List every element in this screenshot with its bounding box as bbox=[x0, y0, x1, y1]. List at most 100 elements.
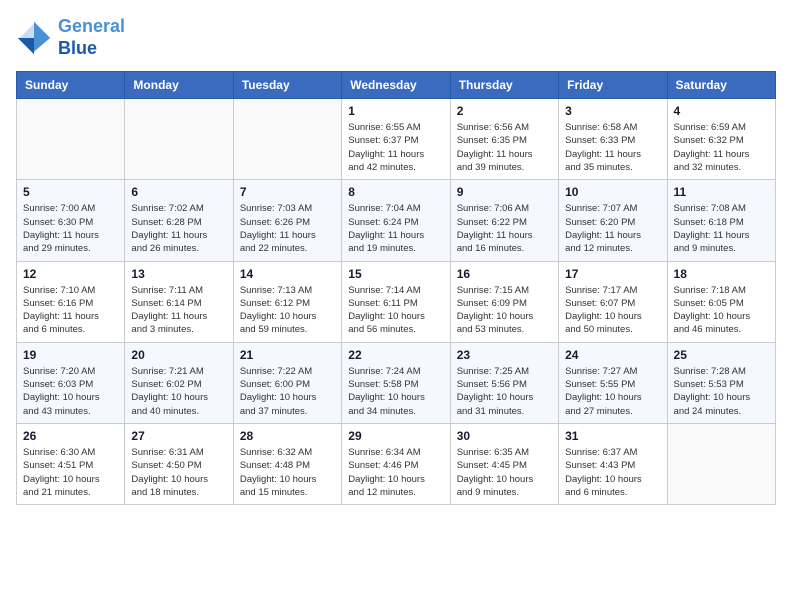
header-thursday: Thursday bbox=[450, 72, 558, 99]
day-number: 2 bbox=[457, 104, 552, 118]
day-info: Sunrise: 6:34 AM Sunset: 4:46 PM Dayligh… bbox=[348, 446, 443, 499]
calendar-cell: 4Sunrise: 6:59 AM Sunset: 6:32 PM Daylig… bbox=[667, 99, 775, 180]
calendar-cell: 24 Sunrise: 7:27 AM Sunset: 5:55 PM Dayli… bbox=[559, 342, 667, 423]
day-number: 28 bbox=[240, 429, 335, 443]
day-number: 30 bbox=[457, 429, 552, 443]
day-number: 6 bbox=[131, 185, 226, 199]
calendar-week-3: 12 Sunrise: 7:10 AM Sunset: 6:16 PM Dayli… bbox=[17, 261, 776, 342]
day-info: Sunrise: 7:00 AM Sunset: 6:30 PM Dayligh… bbox=[23, 202, 118, 255]
calendar-cell: 8 Sunrise: 7:04 AM Sunset: 6:24 PM Daylig… bbox=[342, 180, 450, 261]
day-info: Sunrise: 7:11 AM Sunset: 6:14 PM Dayligh… bbox=[131, 284, 226, 337]
calendar-cell bbox=[667, 423, 775, 504]
header-friday: Friday bbox=[559, 72, 667, 99]
day-info: Sunrise: 7:25 AM Sunset: 5:56 PM Dayligh… bbox=[457, 365, 552, 418]
calendar-cell: 9 Sunrise: 7:06 AM Sunset: 6:22 PM Daylig… bbox=[450, 180, 558, 261]
day-number: 23 bbox=[457, 348, 552, 362]
calendar: SundayMondayTuesdayWednesdayThursdayFrid… bbox=[16, 71, 776, 505]
calendar-cell: 10 Sunrise: 7:07 AM Sunset: 6:20 PM Dayli… bbox=[559, 180, 667, 261]
calendar-cell: 11Sunrise: 7:08 AM Sunset: 6:18 PM Dayli… bbox=[667, 180, 775, 261]
header-wednesday: Wednesday bbox=[342, 72, 450, 99]
day-number: 5 bbox=[23, 185, 118, 199]
day-info: Sunrise: 7:20 AM Sunset: 6:03 PM Dayligh… bbox=[23, 365, 118, 418]
day-number: 3 bbox=[565, 104, 660, 118]
day-info: Sunrise: 6:56 AM Sunset: 6:35 PM Dayligh… bbox=[457, 121, 552, 174]
day-number: 29 bbox=[348, 429, 443, 443]
day-info: Sunrise: 7:27 AM Sunset: 5:55 PM Dayligh… bbox=[565, 365, 660, 418]
day-number: 20 bbox=[131, 348, 226, 362]
day-info: Sunrise: 7:06 AM Sunset: 6:22 PM Dayligh… bbox=[457, 202, 552, 255]
day-info: Sunrise: 7:15 AM Sunset: 6:09 PM Dayligh… bbox=[457, 284, 552, 337]
day-number: 1 bbox=[348, 104, 443, 118]
calendar-cell: 21 Sunrise: 7:22 AM Sunset: 6:00 PM Dayli… bbox=[233, 342, 341, 423]
calendar-week-2: 5 Sunrise: 7:00 AM Sunset: 6:30 PM Daylig… bbox=[17, 180, 776, 261]
day-number: 22 bbox=[348, 348, 443, 362]
header-sunday: Sunday bbox=[17, 72, 125, 99]
day-info: Sunrise: 6:55 AM Sunset: 6:37 PM Dayligh… bbox=[348, 121, 443, 174]
day-number: 27 bbox=[131, 429, 226, 443]
day-number: 15 bbox=[348, 267, 443, 281]
page-header: General Blue bbox=[16, 16, 776, 59]
calendar-cell: 7Sunrise: 7:03 AM Sunset: 6:26 PM Daylig… bbox=[233, 180, 341, 261]
calendar-cell: 1 Sunrise: 6:55 AM Sunset: 6:37 PM Daylig… bbox=[342, 99, 450, 180]
day-number: 9 bbox=[457, 185, 552, 199]
day-info: Sunrise: 7:04 AM Sunset: 6:24 PM Dayligh… bbox=[348, 202, 443, 255]
day-info: Sunrise: 7:24 AM Sunset: 5:58 PM Dayligh… bbox=[348, 365, 443, 418]
logo-icon bbox=[16, 20, 52, 56]
day-info: Sunrise: 7:21 AM Sunset: 6:02 PM Dayligh… bbox=[131, 365, 226, 418]
day-info: Sunrise: 7:07 AM Sunset: 6:20 PM Dayligh… bbox=[565, 202, 660, 255]
header-monday: Monday bbox=[125, 72, 233, 99]
day-number: 14 bbox=[240, 267, 335, 281]
day-info: Sunrise: 6:37 AM Sunset: 4:43 PM Dayligh… bbox=[565, 446, 660, 499]
calendar-cell: 20 Sunrise: 7:21 AM Sunset: 6:02 PM Dayli… bbox=[125, 342, 233, 423]
calendar-cell bbox=[17, 99, 125, 180]
calendar-cell: 28 Sunrise: 6:32 AM Sunset: 4:48 PM Dayli… bbox=[233, 423, 341, 504]
day-info: Sunrise: 6:58 AM Sunset: 6:33 PM Dayligh… bbox=[565, 121, 660, 174]
day-number: 19 bbox=[23, 348, 118, 362]
calendar-cell: 17Sunrise: 7:17 AM Sunset: 6:07 PM Dayli… bbox=[559, 261, 667, 342]
day-number: 13 bbox=[131, 267, 226, 281]
calendar-cell: 6Sunrise: 7:02 AM Sunset: 6:28 PM Daylig… bbox=[125, 180, 233, 261]
day-number: 16 bbox=[457, 267, 552, 281]
day-info: Sunrise: 6:30 AM Sunset: 4:51 PM Dayligh… bbox=[23, 446, 118, 499]
day-number: 21 bbox=[240, 348, 335, 362]
day-info: Sunrise: 6:35 AM Sunset: 4:45 PM Dayligh… bbox=[457, 446, 552, 499]
day-info: Sunrise: 7:18 AM Sunset: 6:05 PM Dayligh… bbox=[674, 284, 769, 337]
calendar-cell: 26Sunrise: 6:30 AM Sunset: 4:51 PM Dayli… bbox=[17, 423, 125, 504]
day-info: Sunrise: 7:28 AM Sunset: 5:53 PM Dayligh… bbox=[674, 365, 769, 418]
day-info: Sunrise: 7:13 AM Sunset: 6:12 PM Dayligh… bbox=[240, 284, 335, 337]
calendar-header-row: SundayMondayTuesdayWednesdayThursdayFrid… bbox=[17, 72, 776, 99]
calendar-week-4: 19 Sunrise: 7:20 AM Sunset: 6:03 PM Dayli… bbox=[17, 342, 776, 423]
day-info: Sunrise: 6:32 AM Sunset: 4:48 PM Dayligh… bbox=[240, 446, 335, 499]
day-number: 10 bbox=[565, 185, 660, 199]
calendar-cell: 27Sunrise: 6:31 AM Sunset: 4:50 PM Dayli… bbox=[125, 423, 233, 504]
calendar-cell: 2 Sunrise: 6:56 AM Sunset: 6:35 PM Daylig… bbox=[450, 99, 558, 180]
calendar-cell bbox=[233, 99, 341, 180]
day-info: Sunrise: 7:10 AM Sunset: 6:16 PM Dayligh… bbox=[23, 284, 118, 337]
day-info: Sunrise: 7:14 AM Sunset: 6:11 PM Dayligh… bbox=[348, 284, 443, 337]
day-number: 24 bbox=[565, 348, 660, 362]
calendar-cell: 18 Sunrise: 7:18 AM Sunset: 6:05 PM Dayli… bbox=[667, 261, 775, 342]
day-number: 8 bbox=[348, 185, 443, 199]
calendar-cell: 29 Sunrise: 6:34 AM Sunset: 4:46 PM Dayli… bbox=[342, 423, 450, 504]
calendar-cell: 30 Sunrise: 6:35 AM Sunset: 4:45 PM Dayli… bbox=[450, 423, 558, 504]
day-info: Sunrise: 7:22 AM Sunset: 6:00 PM Dayligh… bbox=[240, 365, 335, 418]
logo: General Blue bbox=[16, 16, 125, 59]
calendar-cell: 16 Sunrise: 7:15 AM Sunset: 6:09 PM Dayli… bbox=[450, 261, 558, 342]
day-number: 25 bbox=[674, 348, 769, 362]
day-number: 31 bbox=[565, 429, 660, 443]
calendar-week-1: 1 Sunrise: 6:55 AM Sunset: 6:37 PM Daylig… bbox=[17, 99, 776, 180]
day-number: 18 bbox=[674, 267, 769, 281]
calendar-cell: 12 Sunrise: 7:10 AM Sunset: 6:16 PM Dayli… bbox=[17, 261, 125, 342]
calendar-cell: 22 Sunrise: 7:24 AM Sunset: 5:58 PM Dayli… bbox=[342, 342, 450, 423]
day-info: Sunrise: 7:17 AM Sunset: 6:07 PM Dayligh… bbox=[565, 284, 660, 337]
day-number: 12 bbox=[23, 267, 118, 281]
day-number: 11 bbox=[674, 185, 769, 199]
calendar-cell: 19 Sunrise: 7:20 AM Sunset: 6:03 PM Dayli… bbox=[17, 342, 125, 423]
calendar-cell: 31 Sunrise: 6:37 AM Sunset: 4:43 PM Dayli… bbox=[559, 423, 667, 504]
calendar-cell: 25 Sunrise: 7:28 AM Sunset: 5:53 PM Dayli… bbox=[667, 342, 775, 423]
calendar-cell: 14 Sunrise: 7:13 AM Sunset: 6:12 PM Dayli… bbox=[233, 261, 341, 342]
calendar-week-5: 26Sunrise: 6:30 AM Sunset: 4:51 PM Dayli… bbox=[17, 423, 776, 504]
calendar-cell: 5 Sunrise: 7:00 AM Sunset: 6:30 PM Daylig… bbox=[17, 180, 125, 261]
calendar-cell: 13 Sunrise: 7:11 AM Sunset: 6:14 PM Dayli… bbox=[125, 261, 233, 342]
day-info: Sunrise: 6:59 AM Sunset: 6:32 PM Dayligh… bbox=[674, 121, 769, 174]
